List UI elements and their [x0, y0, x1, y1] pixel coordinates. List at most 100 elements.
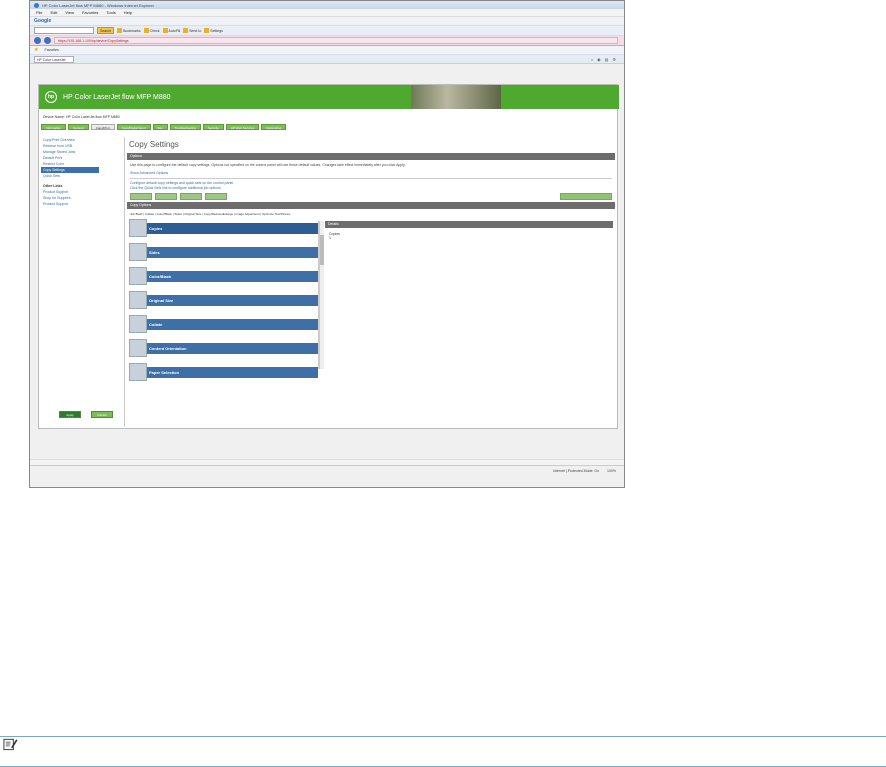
zoom-level[interactable]: 100% [607, 469, 616, 473]
collate-icon [129, 315, 147, 333]
list-item[interactable]: Color/Black [129, 267, 318, 285]
list-item[interactable]: Sides [129, 243, 318, 261]
list-item[interactable]: Copies [129, 219, 318, 237]
hp-header: hp HP Color LaserJet flow MFP M880 [39, 85, 619, 109]
status-zone: Internet | Protected Mode: On [553, 468, 600, 473]
menu-edit[interactable]: Edit [50, 10, 57, 15]
main-panel: Copy Settings Options Use this page to c… [127, 137, 615, 427]
tab-general[interactable]: General [68, 124, 89, 130]
ie-icon [34, 2, 39, 8]
list-item[interactable]: Original Size [129, 291, 318, 309]
scroll-thumb[interactable] [320, 235, 324, 265]
tab-information[interactable]: Information [41, 124, 67, 130]
list-item-label: Copies [145, 222, 318, 234]
hp-logo: hp [45, 91, 57, 103]
url-field[interactable]: https://192.168.1.100/hp/device/CopySett… [54, 37, 618, 44]
status-bar: Internet | Protected Mode: On 100% [30, 465, 624, 475]
orientation-icon [129, 339, 147, 357]
product-title: HP Color LaserJet flow MFP M880 [63, 93, 171, 101]
chip-label: Settings [210, 28, 223, 33]
options-list: Copies Sides Color/Black Original Size C… [129, 219, 324, 381]
restore-defaults-button[interactable] [560, 193, 612, 200]
note-icon [3, 738, 18, 751]
detail-value[interactable]: 1 [329, 236, 609, 240]
address-bar: https://192.168.1.100/hp/device/CopySett… [30, 36, 624, 46]
banner-photo [411, 85, 501, 109]
tab-security[interactable]: Security [203, 124, 224, 130]
original-size-icon [129, 291, 147, 309]
window-title: HP Color LaserJet flow MFP M880 - Window… [42, 2, 154, 8]
chip-label: AutoFill [168, 28, 181, 33]
advanced-options-link[interactable]: Show Advanced Options [127, 171, 615, 176]
note-rule-top [0, 736, 886, 737]
section-header: Copy Options [127, 202, 615, 209]
sidebar-item[interactable]: Quick Sets [41, 173, 124, 179]
menu-favorites[interactable]: Favorites [82, 10, 98, 15]
browser-tab[interactable]: HP Color LaserJet [34, 55, 74, 63]
menu-view[interactable]: View [65, 10, 74, 15]
sidebar: Copy/Print Overview Retrieve from USB Ma… [41, 137, 125, 427]
page-content: hp HP Color LaserJet flow MFP M880 Devic… [38, 84, 619, 429]
button-row [127, 191, 615, 202]
forward-icon[interactable] [44, 37, 51, 44]
search-input[interactable] [34, 27, 94, 34]
toolbar-chip[interactable]: Settings [204, 28, 223, 33]
list-item-label: Sides [145, 246, 318, 258]
search-button[interactable]: Search [97, 27, 115, 34]
list-scrollbar[interactable] [319, 221, 324, 369]
copies-icon [129, 219, 147, 237]
cancel-button[interactable]: Cancel [91, 411, 113, 418]
chip-label: Send to [189, 28, 202, 33]
list-item-label: Paper Selection [145, 366, 318, 378]
list-item-label: Original Size [145, 294, 318, 306]
list-item-label: Collate [145, 318, 318, 330]
option-filters[interactable]: Job Build | Collate | Color/Black | Side… [127, 209, 615, 219]
tab-fax[interactable]: Fax [152, 124, 168, 130]
apply-button[interactable]: Apply [59, 411, 81, 418]
list-item-label: Content Orientation [145, 342, 318, 354]
tab-scan[interactable]: Scan/Digital Send [116, 124, 151, 130]
action-button[interactable] [155, 193, 177, 200]
menu-tools[interactable]: Tools [106, 10, 115, 15]
color-icon [129, 267, 147, 285]
tab-copy-print[interactable]: Copy/Print [90, 124, 115, 130]
back-icon[interactable] [34, 37, 41, 44]
action-button[interactable] [205, 193, 227, 200]
gear-icon[interactable]: ⚙ [612, 57, 616, 62]
page-title: Copy Settings [129, 140, 179, 149]
tab-bar: HP Color LaserJet ⌂ ◉ ▤ ⚙ [30, 55, 624, 64]
chip-icon [183, 28, 189, 33]
menu-bar: File Edit View Favorites Tools Help [30, 9, 624, 17]
tab-web-services[interactable]: HP Web Services [225, 124, 260, 130]
tab-networking[interactable]: Networking [261, 124, 287, 130]
chip-icon [204, 28, 210, 33]
action-button[interactable] [130, 193, 152, 200]
banner-right [501, 85, 619, 109]
list-item[interactable]: Collate [129, 315, 318, 333]
description-text: Use this page to configure the default c… [130, 163, 406, 167]
chip-icon [143, 28, 149, 33]
toolbar-chip[interactable]: AutoFill [162, 28, 181, 33]
google-label: Google [34, 18, 52, 24]
favorites-label[interactable]: Favorites [44, 48, 58, 52]
star-icon: ★ [34, 47, 39, 53]
action-button[interactable] [180, 193, 202, 200]
menu-help[interactable]: Help [124, 10, 132, 15]
sides-icon [129, 243, 147, 261]
google-bar: Google [30, 17, 624, 26]
feeds-icon[interactable]: ◉ [597, 57, 601, 62]
menu-file[interactable]: File [36, 10, 42, 15]
list-item-label: Color/Black [145, 270, 318, 282]
sidebar-link[interactable]: Product Support [41, 201, 124, 207]
toolbar-chip[interactable]: Bookmarks [117, 28, 141, 33]
print-icon[interactable]: ▤ [605, 57, 609, 62]
toolbar-chip[interactable]: Send to [183, 28, 201, 33]
details-body: Copies 1 [325, 228, 613, 244]
list-item[interactable]: Content Orientation [129, 339, 318, 357]
nav-tabs: Information General Copy/Print Scan/Digi… [41, 124, 287, 130]
toolbar-chip[interactable]: Check [143, 28, 160, 33]
details-header: Details [325, 221, 613, 228]
home-icon[interactable]: ⌂ [591, 57, 593, 62]
list-item[interactable]: Paper Selection [129, 363, 318, 381]
tab-troubleshooting[interactable]: Troubleshooting [169, 124, 201, 130]
